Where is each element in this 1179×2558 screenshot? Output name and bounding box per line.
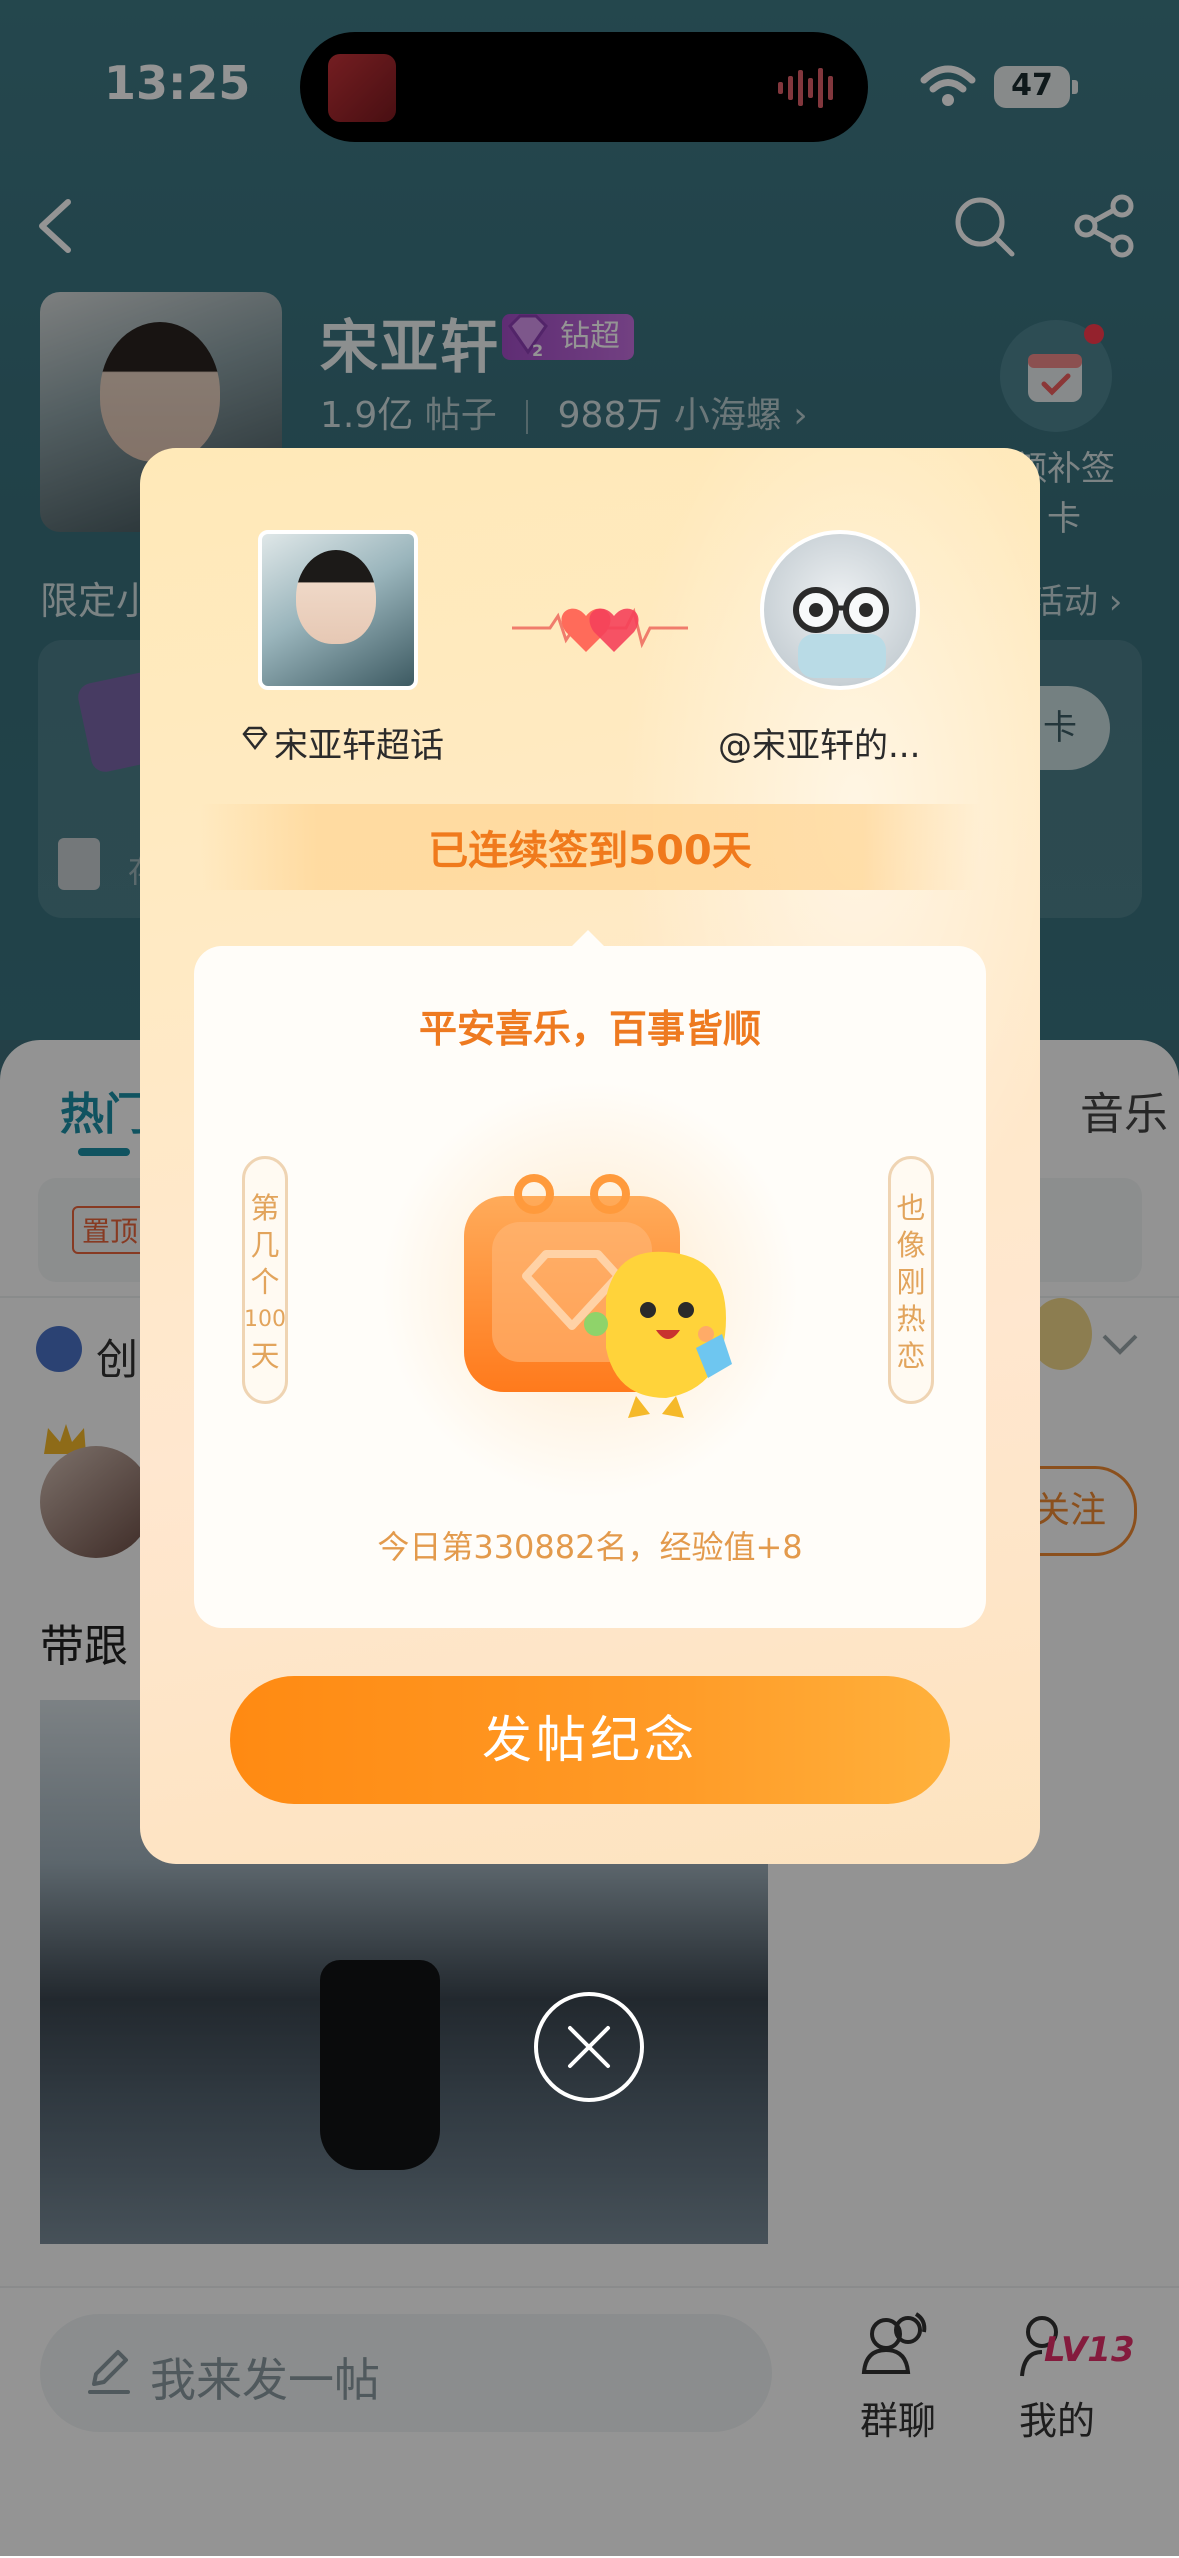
scroll-text-left: 第 几 个 100 天 <box>242 1190 288 1375</box>
topic-thumbnail <box>258 530 418 690</box>
scroll-left-char: 天 <box>250 1339 280 1373</box>
post-commemorate-button[interactable]: 发帖纪念 <box>230 1676 950 1804</box>
mask-shape <box>798 634 886 678</box>
scroll-right-char: 也 <box>896 1191 926 1225</box>
scroll-right-char: 热 <box>896 1302 926 1336</box>
scroll-left-char: 100 <box>244 1307 286 1332</box>
scroll-right-char: 像 <box>896 1228 926 1262</box>
user-caption: @宋亚轩的... <box>718 726 921 766</box>
scroll-left-char: 第 <box>250 1191 280 1225</box>
blessing-text: 平安喜乐，百事皆顺 <box>418 1007 761 1051</box>
close-icon[interactable] <box>556 2014 622 2080</box>
rank-text: 今日第330882名，经验值+8 <box>377 1528 803 1566</box>
heartbeat-heart-icon <box>512 607 688 652</box>
scroll-left-char: 个 <box>250 1265 280 1299</box>
mascot-icon <box>584 1251 732 1418</box>
topic-caption: 宋亚轩超话 <box>238 718 444 767</box>
scroll-right-char: 恋 <box>896 1339 926 1373</box>
streak-text: 已连续签到500天 <box>428 828 752 874</box>
topic-caption-text: 宋亚轩超话 <box>274 726 444 766</box>
scroll-left-char: 几 <box>250 1228 280 1262</box>
scroll-text-right: 也 像 刚 热 恋 <box>888 1190 934 1375</box>
scroll-right-char: 刚 <box>896 1265 926 1299</box>
glasses-icon <box>793 587 889 633</box>
user-avatar <box>760 530 920 690</box>
topic-thumbnail-portrait <box>296 550 376 644</box>
